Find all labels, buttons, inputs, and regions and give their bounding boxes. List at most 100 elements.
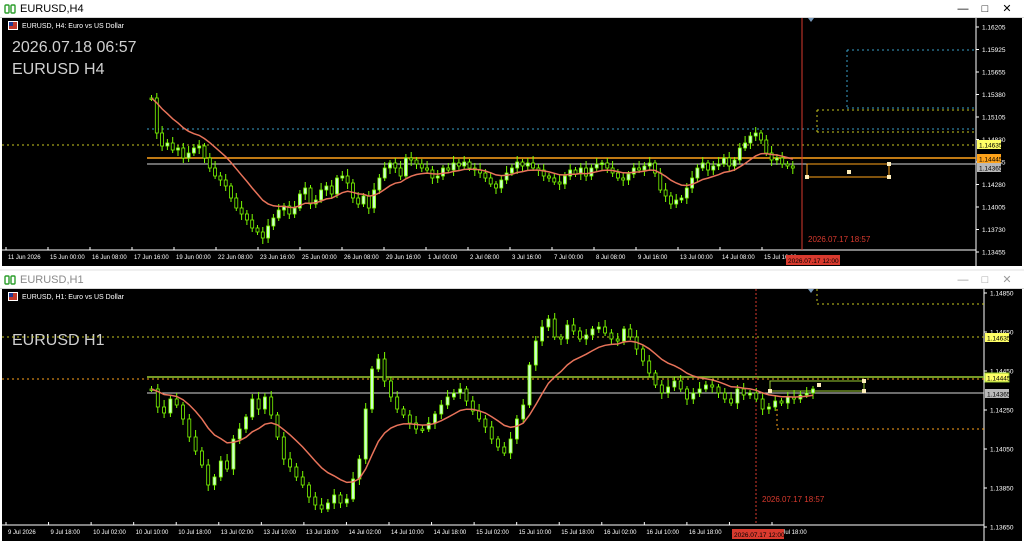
svg-text:2026.07.17 12:00: 2026.07.17 12:00 bbox=[788, 258, 839, 265]
candle-body bbox=[445, 396, 450, 406]
price-axis-label: 1.13730 bbox=[982, 227, 1006, 234]
minimize-icon[interactable]: — bbox=[952, 1, 974, 17]
candle-body bbox=[727, 157, 732, 167]
candle-body bbox=[456, 162, 461, 167]
candle-body bbox=[340, 175, 345, 179]
price-axis-label: 1.14850 bbox=[990, 291, 1014, 298]
candle-body bbox=[300, 476, 305, 486]
candle-body bbox=[489, 426, 494, 440]
candle-body bbox=[303, 187, 308, 195]
candle-body bbox=[520, 161, 525, 167]
candle-body bbox=[780, 157, 785, 165]
candle-body bbox=[388, 162, 392, 169]
time-axis-label: 13 Jul 02:00 bbox=[221, 530, 254, 536]
maximize-icon[interactable]: □ bbox=[974, 1, 996, 17]
minimize-icon[interactable]: — bbox=[952, 272, 974, 288]
chart-window-h1[interactable]: EURUSD,H1 — □ ✕ EURUSD, H1: Euro vs US D… bbox=[0, 271, 1024, 543]
candle-body bbox=[533, 340, 538, 366]
chart-canvas-h1[interactable]: EURUSD, H1: Euro vs US Dollar EURUSD H1 … bbox=[2, 289, 1022, 541]
price-axis-label: 1.14250 bbox=[990, 408, 1014, 415]
candle-body bbox=[271, 217, 276, 227]
price-axis-label: 1.16205 bbox=[982, 25, 1006, 32]
candle-body bbox=[435, 175, 440, 179]
candle-body bbox=[594, 163, 599, 169]
candle-body bbox=[748, 392, 752, 396]
time-axis-label: 22 Jun 08:00 bbox=[218, 255, 253, 261]
candle-body bbox=[370, 368, 374, 410]
candle-body bbox=[260, 231, 265, 239]
candle-body bbox=[425, 167, 430, 171]
candle-body bbox=[255, 227, 260, 233]
candle-body bbox=[307, 484, 311, 498]
candle-body bbox=[557, 181, 562, 185]
candle-body bbox=[596, 326, 601, 330]
svg-text:1.14445: 1.14445 bbox=[987, 376, 1011, 383]
candle-body bbox=[382, 167, 387, 179]
candle-body bbox=[483, 418, 488, 428]
candle-body bbox=[764, 139, 769, 154]
close-icon[interactable]: ✕ bbox=[996, 1, 1018, 17]
candle-body bbox=[684, 187, 689, 199]
chart-canvas-h4[interactable]: EURUSD, H4: Euro vs US Dollar 2026.07.18… bbox=[2, 18, 1022, 266]
price-axis-label: 1.14280 bbox=[982, 182, 1006, 189]
window-title: EURUSD,H1 bbox=[20, 274, 84, 286]
close-icon[interactable]: ✕ bbox=[996, 272, 1018, 288]
svg-text:1.14445: 1.14445 bbox=[979, 157, 1003, 164]
candle-body bbox=[223, 179, 228, 187]
candle-body bbox=[563, 175, 567, 185]
candle-body bbox=[168, 398, 173, 414]
price-tag-yellow: 1.14635 bbox=[977, 140, 1003, 150]
candle-body bbox=[565, 324, 570, 340]
candle-body bbox=[716, 386, 721, 394]
candle-body bbox=[308, 187, 313, 205]
candle-body bbox=[262, 396, 267, 410]
candle-body bbox=[234, 197, 239, 209]
candle-body bbox=[804, 392, 809, 396]
time-axis-label: 16 Jul 18:00 bbox=[689, 530, 722, 536]
time-axis-label: 7 Jul 00:00 bbox=[554, 255, 584, 261]
time-axis-label: 17 Jun 16:00 bbox=[134, 255, 169, 261]
candle-body bbox=[735, 388, 740, 404]
candle-body bbox=[674, 199, 679, 205]
candle-body bbox=[419, 163, 424, 169]
price-axis-label: 1.15925 bbox=[982, 47, 1006, 54]
candle-body bbox=[372, 189, 377, 209]
candle-body bbox=[785, 163, 790, 167]
candle-body bbox=[395, 396, 400, 410]
candle-body bbox=[622, 328, 626, 342]
candle-body bbox=[711, 165, 716, 171]
candle-body bbox=[174, 398, 179, 406]
candle-body bbox=[335, 177, 339, 195]
candle-body bbox=[398, 167, 403, 177]
time-axis-label: 14 Jul 18:00 bbox=[434, 530, 467, 536]
price-axis-label: 1.13650 bbox=[990, 525, 1014, 532]
candle-body bbox=[281, 436, 286, 460]
window-titlebar-h1[interactable]: EURUSD,H1 — □ ✕ bbox=[0, 271, 1024, 289]
time-axis-label: 14 Jul 10:00 bbox=[391, 530, 424, 536]
maximize-icon[interactable]: □ bbox=[974, 272, 996, 288]
chart-window-h4[interactable]: EURUSD,H4 — □ ✕ EURUSD, H4: Euro vs US D… bbox=[0, 0, 1024, 269]
candle-body bbox=[288, 458, 293, 468]
candle-body bbox=[350, 182, 355, 199]
candle-body bbox=[584, 167, 588, 177]
price-axis-label: 1.14050 bbox=[990, 447, 1014, 454]
candle-body bbox=[420, 428, 425, 431]
candle-body bbox=[325, 502, 330, 510]
chart-h1[interactable]: EURUSD, H1: Euro vs US Dollar EURUSD H1 … bbox=[2, 289, 1022, 541]
candle-body bbox=[218, 460, 223, 478]
price-tag-yellow: 1.14635 bbox=[985, 333, 1011, 343]
candle-body bbox=[691, 392, 696, 400]
candle-body bbox=[225, 460, 230, 470]
candle-body bbox=[250, 219, 255, 229]
candle-body bbox=[547, 175, 551, 179]
time-axis-label: 15 Jul 02:00 bbox=[476, 530, 509, 536]
chart-h4[interactable]: EURUSD, H4: Euro vs US Dollar 2026.07.18… bbox=[2, 18, 1022, 266]
candle-body bbox=[666, 386, 670, 394]
candle-body bbox=[356, 197, 361, 205]
candle-body bbox=[690, 177, 694, 189]
window-titlebar-h4[interactable]: EURUSD,H4 — □ ✕ bbox=[0, 0, 1024, 18]
time-axis-label: 10 Jul 10:00 bbox=[136, 530, 169, 536]
candle-body bbox=[767, 406, 771, 410]
price-axis-label: 1.14005 bbox=[982, 205, 1006, 212]
candle-body bbox=[695, 167, 700, 179]
